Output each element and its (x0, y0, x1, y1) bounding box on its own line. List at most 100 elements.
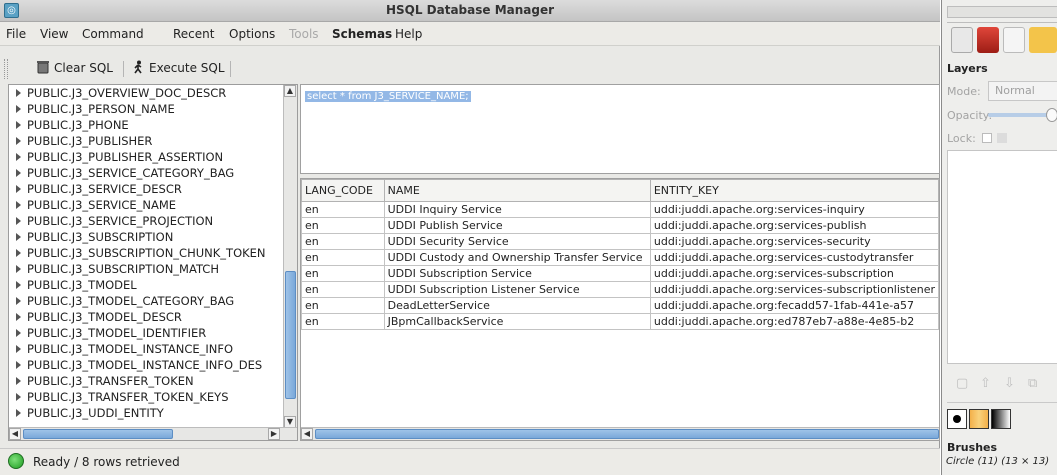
table-row[interactable]: en UDDI Custody and Ownership Transfer Se… (301, 249, 939, 266)
tree-item[interactable]: PUBLIC.J3_PUBLISHER (16, 134, 152, 150)
menu-options[interactable]: Options (229, 27, 275, 41)
scroll-left-icon[interactable]: ◀ (301, 428, 313, 440)
table-row[interactable]: en UDDI Subscription Listener Service uddi… (301, 281, 939, 298)
expand-arrow-icon[interactable] (16, 105, 21, 113)
toolbar-grip[interactable] (4, 59, 8, 79)
table-cell[interactable]: UDDI Subscription Service (383, 265, 651, 282)
menu-recent[interactable]: Recent (173, 27, 214, 41)
expand-arrow-icon[interactable] (16, 313, 21, 321)
channels-tab-icon[interactable] (977, 27, 999, 53)
table-cell[interactable]: en (301, 265, 385, 282)
tree-item[interactable]: PUBLIC.J3_SUBSCRIPTION (16, 230, 173, 246)
tree-item[interactable]: PUBLIC.J3_TMODEL_INSTANCE_INFO_DES (16, 358, 262, 374)
table-cell[interactable]: en (301, 297, 385, 314)
execute-sql-button[interactable]: Execute SQL (131, 60, 225, 80)
layers-tab-icon[interactable] (951, 27, 973, 53)
results-grid[interactable]: LANG_CODE NAME ENTITY_KEY en UDDI Inquiry S… (300, 178, 940, 441)
tree-item[interactable]: PUBLIC.J3_SUBSCRIPTION_CHUNK_TOKEN (16, 246, 266, 262)
tree-item[interactable]: PUBLIC.J3_PUBLISHER_ASSERTION (16, 150, 223, 166)
table-cell[interactable]: uddi:juddi.apache.org:services-subscript… (649, 281, 939, 298)
table-cell[interactable]: UDDI Publish Service (383, 217, 651, 234)
patterns-tab-icon[interactable] (969, 409, 989, 429)
menu-command[interactable]: Command (82, 27, 144, 41)
table-row[interactable]: en UDDI Subscription Service uddi:juddi.ap… (301, 265, 939, 282)
expand-arrow-icon[interactable] (16, 345, 21, 353)
table-row[interactable]: en UDDI Inquiry Service uddi:juddi.apache.… (301, 201, 939, 218)
table-cell[interactable]: UDDI Security Service (383, 233, 651, 250)
menu-schemas[interactable]: Schemas (332, 27, 392, 41)
table-row[interactable]: en DeadLetterService uddi:juddi.apache.org… (301, 297, 939, 314)
table-cell[interactable]: en (301, 201, 385, 218)
expand-arrow-icon[interactable] (16, 185, 21, 193)
scroll-right-icon[interactable]: ▶ (268, 428, 280, 440)
tree-item[interactable]: PUBLIC.J3_TMODEL (16, 278, 137, 294)
tree-item[interactable]: PUBLIC.J3_TMODEL_INSTANCE_INFO (16, 342, 233, 358)
expand-arrow-icon[interactable] (16, 361, 21, 369)
expand-arrow-icon[interactable] (16, 249, 21, 257)
tree-item[interactable]: PUBLIC.J3_SERVICE_NAME (16, 198, 176, 214)
table-cell[interactable]: uddi:juddi.apache.org:services-custodytr… (649, 249, 939, 266)
menu-view[interactable]: View (40, 27, 68, 41)
table-cell[interactable]: UDDI Subscription Listener Service (383, 281, 651, 298)
clear-sql-button[interactable]: Clear SQL (36, 60, 113, 80)
expand-arrow-icon[interactable] (16, 153, 21, 161)
tree-item[interactable]: PUBLIC.J3_TMODEL_IDENTIFIER (16, 326, 206, 342)
opacity-slider-handle[interactable] (1046, 108, 1057, 122)
tree-item[interactable]: PUBLIC.J3_SERVICE_PROJECTION (16, 214, 213, 230)
menu-help[interactable]: Help (395, 27, 422, 41)
table-row[interactable]: en JBpmCallbackService uddi:juddi.apache.o… (301, 313, 939, 330)
tree-item[interactable]: PUBLIC.J3_PHONE (16, 118, 129, 134)
expand-arrow-icon[interactable] (16, 201, 21, 209)
tree-vertical-scrollbar[interactable]: ▲ ▼ (283, 85, 297, 428)
expand-arrow-icon[interactable] (16, 409, 21, 417)
table-cell[interactable]: DeadLetterService (383, 297, 651, 314)
tree-hscroll-thumb[interactable] (23, 429, 173, 439)
tree-vscroll-thumb[interactable] (285, 271, 296, 399)
table-cell[interactable]: en (301, 249, 385, 266)
expand-arrow-icon[interactable] (16, 393, 21, 401)
table-cell[interactable]: UDDI Inquiry Service (383, 201, 651, 218)
table-cell[interactable]: en (301, 233, 385, 250)
opacity-slider[interactable] (988, 108, 1057, 122)
tree-item[interactable]: PUBLIC.J3_TMODEL_DESCR (16, 310, 182, 326)
tree-item[interactable]: PUBLIC.J3_PERSON_NAME (16, 102, 175, 118)
expand-arrow-icon[interactable] (16, 265, 21, 273)
tree-item[interactable]: PUBLIC.J3_TRANSFER_TOKEN (16, 374, 194, 390)
paths-tab-icon[interactable] (1003, 27, 1025, 53)
table-cell[interactable]: JBpmCallbackService (383, 313, 651, 330)
schema-tree[interactable]: PUBLIC.J3_OVERVIEW_DOC_DESCR PUBLIC.J3_PE… (8, 84, 298, 441)
scroll-left-icon[interactable]: ◀ (9, 428, 21, 440)
table-cell[interactable]: en (301, 281, 385, 298)
results-hscroll-thumb[interactable] (315, 429, 939, 439)
tree-item[interactable]: PUBLIC.J3_SUBSCRIPTION_MATCH (16, 262, 219, 278)
tree-item[interactable]: PUBLIC.J3_OVERVIEW_DOC_DESCR (16, 86, 226, 102)
gradients-tab-icon[interactable] (991, 409, 1011, 429)
column-header[interactable]: NAME (383, 179, 651, 202)
expand-arrow-icon[interactable] (16, 89, 21, 97)
expand-arrow-icon[interactable] (16, 329, 21, 337)
column-header[interactable]: LANG_CODE (301, 179, 385, 202)
expand-arrow-icon[interactable] (16, 297, 21, 305)
expand-arrow-icon[interactable] (16, 217, 21, 225)
expand-arrow-icon[interactable] (16, 121, 21, 129)
scroll-up-icon[interactable]: ▲ (284, 85, 296, 97)
mode-select[interactable]: Normal (988, 81, 1057, 101)
expand-arrow-icon[interactable] (16, 281, 21, 289)
table-cell[interactable]: uddi:juddi.apache.org:ed787eb7-a88e-4e85… (649, 313, 939, 330)
tree-item[interactable]: PUBLIC.J3_TMODEL_CATEGORY_BAG (16, 294, 234, 310)
results-horizontal-scrollbar[interactable]: ◀ (301, 427, 939, 440)
menu-file[interactable]: File (6, 27, 26, 41)
tree-item[interactable]: PUBLIC.J3_UDDI_ENTITY (16, 406, 164, 422)
expand-arrow-icon[interactable] (16, 137, 21, 145)
tree-item[interactable]: PUBLIC.J3_TRANSFER_TOKEN_KEYS (16, 390, 229, 406)
table-cell[interactable]: uddi:juddi.apache.org:fecadd57-1fab-441e… (649, 297, 939, 314)
undo-tab-icon[interactable] (1029, 27, 1057, 53)
table-cell[interactable]: UDDI Custody and Ownership Transfer Serv… (383, 249, 651, 266)
tree-item[interactable]: PUBLIC.J3_SERVICE_DESCR (16, 182, 182, 198)
table-cell[interactable]: uddi:juddi.apache.org:services-subscript… (649, 265, 939, 282)
expand-arrow-icon[interactable] (16, 377, 21, 385)
table-cell[interactable]: uddi:juddi.apache.org:services-security (649, 233, 939, 250)
table-cell[interactable]: en (301, 217, 385, 234)
column-header[interactable]: ENTITY_KEY (649, 179, 939, 202)
layers-list[interactable] (947, 150, 1057, 364)
